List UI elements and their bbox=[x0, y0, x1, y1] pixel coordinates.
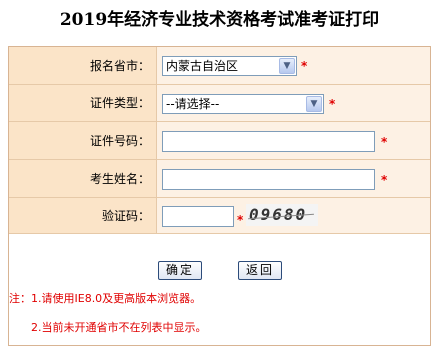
captcha-label: 验证码： bbox=[9, 198, 157, 233]
row-captcha: 验证码： * 09680 bbox=[9, 198, 430, 234]
cert-type-select[interactable]: --请选择-- ▼ bbox=[162, 94, 324, 114]
province-select[interactable]: 内蒙古自治区 ▼ bbox=[162, 56, 297, 76]
required-mark: * bbox=[237, 213, 244, 227]
row-name: 考生姓名： * bbox=[9, 160, 430, 198]
required-mark: * bbox=[381, 135, 388, 149]
row-province: 报名省市： 内蒙古自治区 ▼ * bbox=[9, 47, 430, 85]
admission-ticket-form: 报名省市： 内蒙古自治区 ▼ * 证件类型： --请选择-- ▼ * 证件号码：… bbox=[8, 46, 431, 346]
required-mark: * bbox=[381, 173, 388, 187]
required-mark: * bbox=[301, 59, 308, 73]
row-cert-type: 证件类型： --请选择-- ▼ * bbox=[9, 85, 430, 122]
note-line-1: 注：1.请使用IE8.0及更高版本浏览器。 bbox=[9, 292, 202, 305]
required-mark: * bbox=[329, 97, 336, 111]
confirm-button[interactable]: 确定 bbox=[158, 261, 202, 280]
row-cert-no: 证件号码： * bbox=[9, 122, 430, 160]
captcha-image[interactable]: 09680 bbox=[246, 204, 318, 226]
name-input[interactable] bbox=[162, 169, 375, 190]
name-label: 考生姓名： bbox=[9, 160, 157, 197]
button-row: 确定 返回 bbox=[9, 258, 430, 288]
cert-no-input[interactable] bbox=[162, 131, 375, 152]
cert-type-label: 证件类型： bbox=[9, 85, 157, 121]
captcha-input[interactable] bbox=[162, 206, 234, 227]
page-title: 2019年经济专业技术资格考试准考证打印 bbox=[59, 10, 380, 30]
note-line-2: 2.当前未开通省市不在列表中显示。 bbox=[31, 321, 207, 334]
back-button[interactable]: 返回 bbox=[238, 261, 282, 280]
cert-type-select-value: --请选择-- bbox=[166, 97, 220, 111]
chevron-down-icon[interactable]: ▼ bbox=[306, 96, 322, 112]
cert-no-label: 证件号码： bbox=[9, 122, 157, 159]
province-label: 报名省市： bbox=[9, 47, 157, 84]
province-select-value: 内蒙古自治区 bbox=[166, 59, 239, 73]
chevron-down-icon[interactable]: ▼ bbox=[279, 58, 295, 74]
